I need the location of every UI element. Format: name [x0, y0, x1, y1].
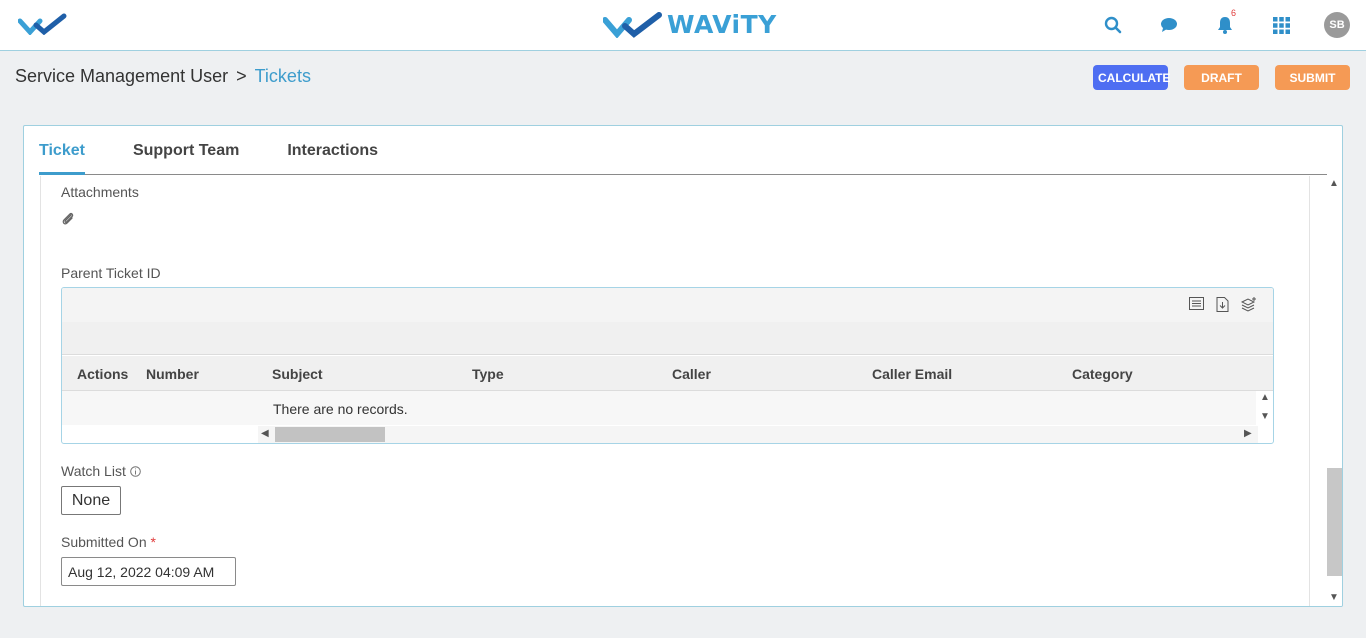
- user-avatar[interactable]: SB: [1324, 12, 1350, 38]
- scroll-right-icon[interactable]: ▶: [1244, 428, 1252, 439]
- form-content: Attachments Parent Ticket ID Actions Num…: [40, 176, 1310, 606]
- watch-list-value[interactable]: None: [61, 486, 121, 515]
- panel-scroll-thumb[interactable]: [1327, 468, 1342, 576]
- brand-logo: WAViTY: [603, 10, 777, 39]
- grid-group-band: [62, 322, 1273, 355]
- grid-vertical-scrollbar[interactable]: ▲ ▼: [1256, 391, 1273, 428]
- watch-list-label-text: Watch List: [61, 463, 126, 479]
- scroll-down-icon[interactable]: ▼: [1260, 411, 1270, 422]
- column-header[interactable]: Caller: [672, 366, 711, 382]
- column-header[interactable]: Subject: [272, 366, 323, 382]
- scroll-left-icon[interactable]: ◀: [261, 428, 269, 439]
- breadcrumb-separator: >: [236, 66, 247, 86]
- submit-button[interactable]: SUBMIT: [1275, 65, 1350, 90]
- notification-badge: 6: [1230, 8, 1236, 18]
- submitted-on-field[interactable]: [61, 557, 236, 586]
- breadcrumb-parent[interactable]: Service Management User: [15, 66, 228, 86]
- grid-header-row: Actions Number Subject Type Caller Calle…: [62, 356, 1273, 391]
- column-header[interactable]: Category: [1072, 366, 1133, 382]
- tab-interactions[interactable]: Interactions: [287, 126, 378, 175]
- tab-bar: Ticket Support Team Interactions: [39, 126, 1327, 175]
- column-header[interactable]: Actions: [77, 366, 128, 382]
- attachments-label: Attachments: [61, 184, 139, 200]
- submitted-on-label-text: Submitted On: [61, 534, 147, 550]
- column-list-icon[interactable]: [1189, 297, 1204, 312]
- info-icon[interactable]: [129, 466, 141, 477]
- watch-list-label: Watch List: [61, 463, 141, 479]
- grid-body: There are no records.: [62, 391, 1258, 425]
- brand-mark-icon: [603, 11, 662, 38]
- tab-support-team[interactable]: Support Team: [133, 126, 239, 175]
- nav-icons: 6 SB: [1070, 8, 1350, 38]
- column-header[interactable]: Type: [472, 366, 504, 382]
- tab-ticket[interactable]: Ticket: [39, 126, 85, 175]
- column-header[interactable]: Number: [146, 366, 199, 382]
- scroll-down-icon[interactable]: ▼: [1329, 592, 1339, 603]
- search-icon[interactable]: [1100, 12, 1126, 38]
- ticket-panel: Ticket Support Team Interactions Attachm…: [23, 125, 1343, 607]
- breadcrumb: Service Management User > Tickets: [15, 66, 311, 87]
- grid-horizontal-scrollbar[interactable]: ◀ ▶: [258, 426, 1258, 443]
- grid-tools: [1177, 297, 1257, 312]
- draft-button[interactable]: DRAFT: [1184, 65, 1259, 90]
- submitted-on-label: Submitted On *: [61, 534, 156, 550]
- grid-toolbar: [62, 288, 1273, 322]
- top-navbar: WAViTY 6 SB: [0, 0, 1366, 51]
- column-header[interactable]: Caller Email: [872, 366, 952, 382]
- scroll-up-icon[interactable]: ▲: [1329, 178, 1339, 189]
- horizontal-scroll-thumb[interactable]: [275, 427, 385, 442]
- panel-vertical-scrollbar[interactable]: ▲ ▼: [1325, 176, 1342, 606]
- paperclip-icon[interactable]: [61, 211, 75, 232]
- layers-add-icon[interactable]: [1241, 297, 1257, 312]
- export-file-icon[interactable]: [1216, 297, 1229, 312]
- brand-name: WAViTY: [667, 10, 777, 39]
- action-buttons: CALCULATE DRAFT SUBMIT: [1077, 65, 1350, 90]
- breadcrumb-current[interactable]: Tickets: [255, 66, 311, 86]
- required-marker: *: [150, 534, 156, 550]
- apps-grid-icon[interactable]: [1268, 12, 1294, 38]
- bell-icon[interactable]: 6: [1212, 8, 1238, 38]
- scroll-up-icon[interactable]: ▲: [1260, 392, 1270, 403]
- wavity-logo-icon[interactable]: [17, 13, 68, 40]
- empty-message: There are no records.: [273, 401, 408, 417]
- chat-icon[interactable]: [1156, 12, 1182, 38]
- parent-ticket-grid: Actions Number Subject Type Caller Calle…: [61, 287, 1274, 444]
- calculate-button[interactable]: CALCULATE: [1093, 65, 1170, 90]
- parent-ticket-label: Parent Ticket ID: [61, 265, 161, 281]
